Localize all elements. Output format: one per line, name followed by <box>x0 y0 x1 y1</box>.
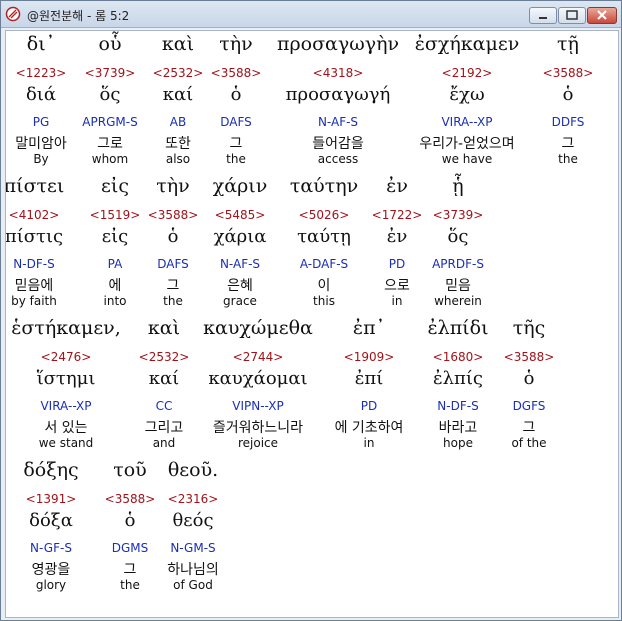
minimize-icon <box>539 17 547 19</box>
korean-gloss: 그 <box>522 420 536 436</box>
english-gloss: the <box>558 152 578 166</box>
english-gloss: access <box>317 152 359 166</box>
strong-number[interactable]: <3739> <box>383 208 533 222</box>
greek-word: προσαγωγὴν <box>276 33 400 55</box>
minimize-button[interactable] <box>529 7 557 24</box>
strong-number[interactable]: <3588> <box>454 350 604 364</box>
close-button[interactable] <box>587 7 617 24</box>
close-icon <box>597 10 607 20</box>
parsing-code: DGFS <box>512 399 546 413</box>
title-bar[interactable]: @원전분해 - 롬 5:2 <box>1 1 621 28</box>
parsing-code: N-GM-S <box>170 541 216 555</box>
greek-word: τῆς <box>512 317 546 339</box>
maximize-icon <box>566 10 578 20</box>
greek-word: θεοῦ. <box>167 459 219 481</box>
interlinear-pane[interactable]: δι᾽ <1223> διά PG 말미암아 By οὗ <3739> ὅς APRGM-S 그로 w… <box>5 30 619 618</box>
word-column[interactable]: ᾗ <3739> ὅς APRDF-S 믿음 wherein <box>383 175 533 315</box>
korean-gloss: 들어감을 <box>312 136 364 152</box>
korean-gloss: 믿음 <box>445 278 471 294</box>
app-icon[interactable] <box>5 6 21 22</box>
word-column[interactable]: προσαγωγὴν <4318> προσαγωγή N-AF-S 들어감을 acces… <box>263 33 413 173</box>
word-column[interactable]: τῇ <3588> ὁ DDFS 그 the <box>493 33 618 173</box>
greek-word: ᾗ <box>452 175 464 197</box>
lexical-form: προσαγωγή <box>285 84 391 105</box>
parsing-code: DDFS <box>551 115 585 129</box>
lexical-form: ὁ <box>562 84 574 105</box>
strong-number[interactable]: <4318> <box>263 66 413 80</box>
english-gloss: wherein <box>434 294 482 308</box>
english-gloss: of God <box>173 578 213 592</box>
parsing-code: N-AF-S <box>317 115 359 129</box>
greek-word: τῇ <box>557 33 579 55</box>
lexical-form: θεός <box>172 510 214 531</box>
korean-gloss: 하나님의 <box>167 562 219 578</box>
lexical-form: ὅς <box>447 226 469 247</box>
app-window: @원전분해 - 롬 5:2 δι᾽ <1223> διά PG 말미암아 By οὗ <373… <box>0 0 622 621</box>
word-column[interactable]: θεοῦ. <2316> θεός N-GM-S 하나님의 of God <box>118 459 268 599</box>
korean-gloss: 그 <box>561 136 575 152</box>
strong-number[interactable]: <2316> <box>118 492 268 506</box>
lexical-form: ὁ <box>523 368 535 389</box>
parsing-code: APRDF-S <box>432 257 484 271</box>
window-title: @원전분해 - 롬 5:2 <box>27 9 130 23</box>
maximize-button[interactable] <box>558 7 586 24</box>
english-gloss: of the <box>511 436 547 450</box>
word-column[interactable]: τῆς <3588> ὁ DGFS 그 of the <box>454 317 604 457</box>
strong-number[interactable]: <3588> <box>493 66 618 80</box>
